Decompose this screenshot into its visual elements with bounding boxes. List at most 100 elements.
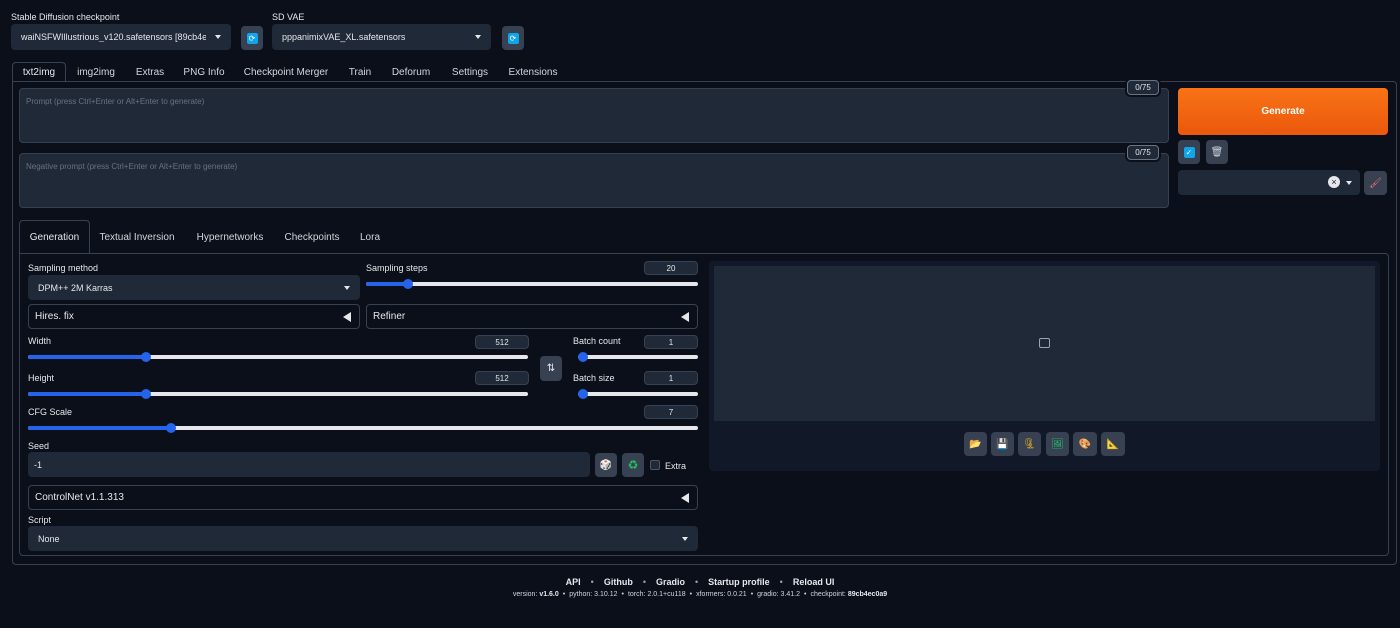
script-label: Script — [28, 515, 52, 525]
cfg-scale-slider[interactable] — [28, 423, 698, 433]
footer-separator: • — [621, 591, 624, 598]
styles-dropdown[interactable]: × — [1178, 170, 1360, 195]
hires-fix-accordion[interactable]: Hires. fix — [28, 304, 360, 329]
subtab-generation[interactable]: Generation — [19, 220, 90, 254]
subtab-textual-inversion[interactable]: Textual Inversion — [92, 220, 182, 254]
zip-button[interactable]: 🗜 — [1018, 432, 1041, 456]
footer-separator: • — [590, 577, 594, 587]
script-value: None — [38, 533, 60, 544]
footer-link-gradio[interactable]: Gradio — [656, 577, 685, 587]
subtab-lora[interactable]: Lora — [352, 220, 388, 254]
sampling-method-label: Sampling method — [28, 263, 99, 273]
vae-value: pppanimixVAE_XL.safetensors — [282, 32, 406, 42]
close-icon[interactable]: × — [1328, 176, 1340, 188]
zip-icon: 🗜 — [1023, 438, 1036, 450]
tab-img2img[interactable]: img2img — [68, 62, 124, 82]
tab-deforum[interactable]: Deforum — [384, 62, 438, 82]
slider-thumb[interactable] — [578, 352, 588, 362]
footer-separator: • — [562, 591, 566, 598]
sampling-steps-label: Sampling steps — [366, 263, 428, 273]
cfg-scale-input[interactable]: 7 — [644, 405, 698, 419]
tab-png-info[interactable]: PNG Info — [176, 62, 232, 82]
footer-separator: • — [642, 577, 646, 587]
refiner-accordion[interactable]: Refiner — [366, 304, 698, 329]
batch-size-input[interactable]: 1 — [644, 371, 698, 385]
batch-count-label: Batch count — [573, 336, 621, 346]
tab-txt2img[interactable]: txt2img — [12, 62, 66, 82]
footer-link-startup-profile[interactable]: Startup profile — [708, 577, 770, 587]
seed-input[interactable]: -1 — [28, 452, 590, 477]
footer-link-github[interactable]: Github — [604, 577, 633, 587]
footer-link-api[interactable]: API — [566, 577, 581, 587]
extra-seed-label: Extra — [665, 461, 687, 471]
checkpoint-value: waiNSFWIllustrious_v120.safetensors [89c… — [21, 32, 206, 42]
checkpoint-dropdown[interactable]: waiNSFWIllustrious_v120.safetensors [89c… — [11, 24, 231, 50]
chevron-down-icon — [215, 35, 221, 39]
recycle-icon: ♻ — [627, 458, 639, 472]
gradio-info: gradio: 3.41.2 — [757, 591, 800, 598]
sampling-steps-input[interactable]: 20 — [644, 261, 698, 275]
apply-styles-button[interactable]: ✓ — [1178, 140, 1200, 164]
batch-count-input[interactable]: 1 — [644, 335, 698, 349]
subtab-checkpoints[interactable]: Checkpoints — [278, 220, 346, 254]
batch-size-slider[interactable] — [578, 389, 698, 399]
send-to-extras-button[interactable]: 📐 — [1101, 432, 1125, 456]
open-folder-button[interactable]: 📂 — [964, 432, 987, 456]
slider-thumb[interactable] — [141, 352, 151, 362]
vae-dropdown[interactable]: pppanimixVAE_XL.safetensors — [272, 24, 491, 50]
extra-seed-checkbox[interactable] — [650, 460, 660, 470]
swap-dimensions-button[interactable]: ⇅ — [540, 356, 562, 381]
clear-prompt-button[interactable]: 🗑 — [1206, 140, 1228, 164]
refresh-checkpoint-button[interactable]: ⟳ — [241, 26, 263, 50]
footer-separator: • — [689, 591, 693, 598]
width-slider[interactable] — [28, 352, 528, 362]
footer-versions: version: v1.6.0 • python: 3.10.12 • torch:… — [0, 591, 1400, 598]
random-seed-button[interactable]: 🎲 — [595, 453, 617, 477]
footer-link-reload-ui[interactable]: Reload UI — [793, 577, 835, 587]
tab-train[interactable]: Train — [340, 62, 380, 82]
tab-checkpoint-merger[interactable]: Checkpoint Merger — [236, 62, 336, 82]
slider-thumb[interactable] — [403, 279, 413, 289]
generate-button[interactable]: Generate — [1178, 88, 1388, 135]
batch-size-label: Batch size — [573, 373, 615, 383]
refresh-vae-button[interactable]: ⟳ — [502, 26, 524, 50]
subtab-hypernetworks[interactable]: Hypernetworks — [188, 220, 272, 254]
batch-count-slider[interactable] — [578, 352, 698, 362]
collapse-arrow-icon — [681, 492, 689, 503]
controlnet-accordion[interactable]: ControlNet v1.1.313 — [28, 485, 698, 510]
seed-label: Seed — [28, 441, 50, 451]
trash-icon: 🗑 — [1210, 146, 1224, 158]
height-input[interactable]: 512 — [475, 371, 529, 385]
send-to-inpaint-button[interactable]: 🎨 — [1073, 432, 1097, 456]
sampling-steps-slider[interactable] — [366, 279, 698, 289]
slider-thumb[interactable] — [578, 389, 588, 399]
height-slider[interactable] — [28, 389, 528, 399]
cfg-scale-label: CFG Scale — [28, 407, 73, 417]
reuse-seed-button[interactable]: ♻ — [622, 453, 644, 477]
save-icon: 💾 — [996, 438, 1009, 450]
send-to-img2img-button[interactable]: 🖼 — [1046, 432, 1069, 456]
output-gallery[interactable] — [714, 266, 1375, 421]
prompt-input[interactable]: Prompt (press Ctrl+Enter or Alt+Enter to… — [19, 88, 1169, 143]
tab-extensions[interactable]: Extensions — [502, 62, 564, 82]
negative-prompt-input[interactable]: Negative prompt (press Ctrl+Enter or Alt… — [19, 153, 1169, 208]
vae-label: SD VAE — [272, 12, 305, 22]
width-input[interactable]: 512 — [475, 335, 529, 349]
edit-styles-button[interactable]: 🖌 — [1364, 171, 1387, 195]
image-icon — [1039, 338, 1050, 348]
save-button[interactable]: 💾 — [991, 432, 1014, 456]
slider-fill — [28, 392, 146, 396]
slider-thumb[interactable] — [166, 423, 176, 433]
tab-extras[interactable]: Extras — [128, 62, 172, 82]
tab-settings[interactable]: Settings — [442, 62, 498, 82]
script-dropdown[interactable]: None — [28, 526, 698, 551]
xformers-info: xformers: 0.0.21 — [696, 591, 747, 598]
checkpoint-label: Stable Diffusion checkpoint — [11, 12, 120, 22]
chevron-down-icon — [475, 35, 481, 39]
footer-separator: • — [695, 577, 699, 587]
check-icon: ✓ — [1183, 146, 1195, 158]
sampling-method-dropdown[interactable]: DPM++ 2M Karras — [28, 275, 360, 300]
brush-icon: 🖌 — [1369, 177, 1382, 189]
slider-thumb[interactable] — [141, 389, 151, 399]
swap-icon: ⇅ — [546, 363, 556, 374]
